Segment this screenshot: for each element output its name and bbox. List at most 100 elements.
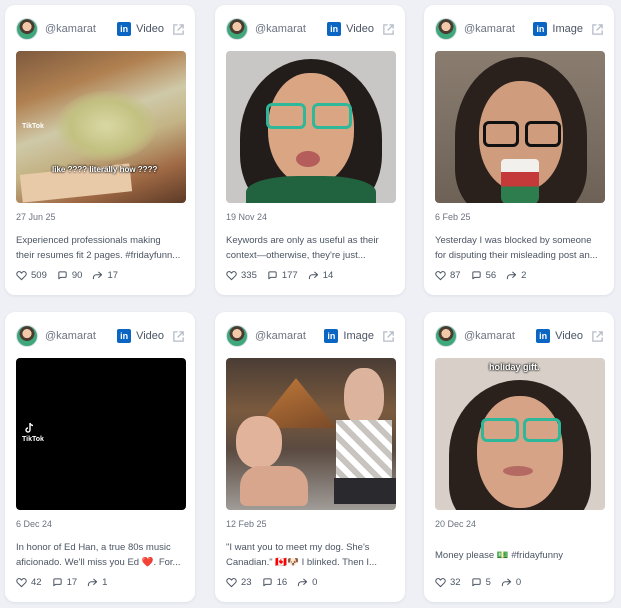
post-caption: Keywords are only as useful as their con… — [226, 235, 379, 261]
comment-icon — [58, 271, 67, 280]
avatar — [226, 18, 248, 40]
engagement-stats: 509 90 17 — [16, 270, 128, 281]
comment-icon — [52, 578, 62, 587]
reposts-stat: 2 — [506, 270, 526, 281]
likes-count: 335 — [241, 270, 257, 281]
post-thumbnail[interactable] — [226, 51, 396, 203]
post-thumbnail[interactable]: TikTok — [16, 358, 186, 510]
reposts-count: 14 — [322, 270, 334, 281]
comment-icon — [262, 578, 272, 587]
reposts-count: 0 — [515, 577, 522, 588]
heart-icon — [16, 578, 27, 588]
engagement-stats: 32 5 0 — [435, 577, 531, 588]
avatar — [226, 325, 248, 347]
reposts-count: 0 — [312, 577, 318, 588]
author-handle: @kamarat — [45, 23, 96, 35]
post-thumbnail[interactable] — [226, 358, 396, 510]
comments-stat: 90 — [57, 270, 83, 281]
card-header: @kamarat in Image — [435, 17, 604, 41]
comments-stat: 5 — [471, 577, 491, 588]
avatar — [16, 18, 38, 40]
comment-icon — [471, 271, 481, 280]
post-thumbnail[interactable]: holiday gift. — [435, 358, 605, 510]
linkedin-icon: in — [533, 22, 548, 36]
glasses-detail — [481, 418, 519, 442]
reposts-stat: 1 — [87, 577, 107, 588]
author-handle: @kamarat — [464, 330, 515, 342]
external-link-icon[interactable] — [382, 23, 395, 36]
post-card[interactable]: @kamarat in Video TikTok 6 Dec 24 In hon… — [5, 312, 195, 602]
likes-stat: 87 — [435, 270, 461, 281]
post-thumbnail[interactable] — [435, 51, 605, 203]
share-icon — [88, 578, 98, 587]
post-card[interactable]: @kamarat in Video TikTok like ???? liter… — [5, 5, 195, 295]
tiktok-logo-icon — [25, 422, 34, 433]
comments-count: 177 — [281, 270, 298, 281]
reposts-stat: 17 — [92, 270, 118, 281]
tiktok-watermark: TikTok — [22, 436, 44, 443]
post-card[interactable]: @kamarat in Video 19 Nov 24 Keywords are… — [215, 5, 405, 295]
linkedin-icon: in — [536, 329, 551, 343]
external-link-icon[interactable] — [591, 330, 604, 343]
linkedin-icon: in — [324, 329, 339, 343]
external-link-icon[interactable] — [172, 330, 185, 343]
likes-count: 87 — [450, 270, 461, 281]
likes-count: 23 — [241, 577, 252, 588]
linkedin-icon: in — [117, 329, 132, 343]
external-link-icon[interactable] — [172, 23, 185, 36]
external-link-icon[interactable] — [382, 330, 395, 343]
reposts-count: 2 — [521, 270, 527, 281]
comments-stat: 17 — [52, 577, 78, 588]
heart-icon — [226, 578, 237, 588]
engagement-stats: 335 177 14 — [226, 270, 343, 281]
share-icon — [308, 271, 318, 280]
likes-stat: 509 — [16, 270, 47, 281]
external-link-icon[interactable] — [591, 23, 604, 36]
likes-count: 42 — [31, 577, 42, 588]
engagement-stats: 42 17 1 — [16, 577, 117, 588]
video-overlay-text: holiday gift. — [489, 362, 540, 372]
post-caption: Yesterday I was blocked by someone for d… — [435, 235, 598, 261]
reposts-count: 1 — [102, 577, 108, 588]
comment-icon — [268, 271, 277, 280]
likes-count: 32 — [450, 577, 461, 588]
engagement-stats: 87 56 2 — [435, 270, 536, 281]
share-icon — [93, 271, 103, 280]
post-card[interactable]: @kamarat in Image 6 Feb 25 Yesterday I w… — [424, 5, 614, 295]
comments-count: 17 — [66, 577, 78, 588]
media-type-label: Video — [555, 330, 583, 342]
likes-stat: 23 — [226, 577, 252, 588]
card-header: @kamarat in Video — [16, 17, 185, 41]
likes-stat: 32 — [435, 577, 461, 588]
post-date: 12 Feb 25 — [226, 519, 267, 529]
post-date: 19 Nov 24 — [226, 212, 268, 222]
post-card[interactable]: @kamarat in Image 12 Feb 25 "I want you … — [215, 312, 405, 602]
glasses-detail — [525, 121, 561, 147]
media-type-label: Video — [136, 23, 164, 35]
media-type-label: Video — [136, 330, 164, 342]
comments-count: 90 — [71, 270, 83, 281]
reposts-stat: 0 — [501, 577, 521, 588]
reposts-stat: 0 — [297, 577, 317, 588]
share-icon — [501, 578, 512, 587]
post-thumbnail[interactable]: TikTok like ???? literally how ???? — [16, 51, 186, 203]
author-handle: @kamarat — [45, 330, 96, 342]
heart-icon — [435, 271, 446, 281]
glasses-detail — [523, 418, 561, 442]
heart-icon — [435, 578, 446, 588]
comments-stat: 177 — [267, 270, 298, 281]
tiktok-watermark: TikTok — [22, 123, 44, 130]
video-overlay-text: like ???? literally how ???? — [52, 165, 158, 174]
engagement-stats: 23 16 0 — [226, 577, 327, 588]
glasses-detail — [312, 103, 352, 129]
author-handle: @kamarat — [255, 23, 306, 35]
reposts-count: 17 — [107, 270, 119, 281]
glasses-detail — [266, 103, 306, 129]
card-header: @kamarat in Image — [226, 324, 395, 348]
comments-count: 16 — [276, 577, 288, 588]
post-card[interactable]: @kamarat in Video holiday gift. 20 Dec 2… — [424, 312, 614, 602]
post-date: 6 Dec 24 — [16, 519, 53, 529]
card-header: @kamarat in Video — [226, 17, 395, 41]
card-header: @kamarat in Video — [16, 324, 185, 348]
avatar — [16, 325, 38, 347]
